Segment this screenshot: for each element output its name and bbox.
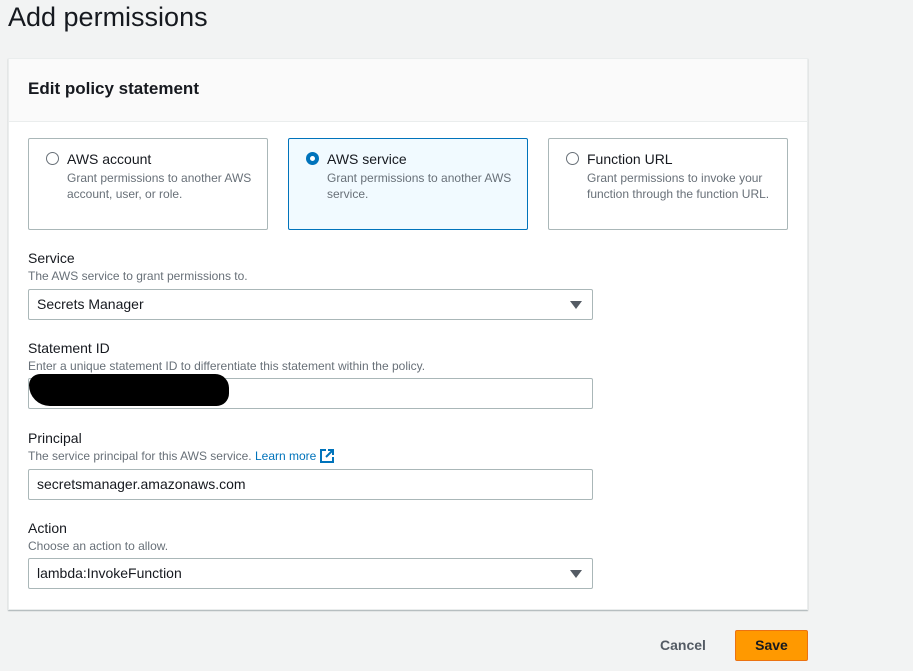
page-title: Add permissions [8, 2, 208, 32]
tile-title: Function URL [587, 151, 673, 167]
tile-description: Grant permissions to another AWS account… [67, 171, 252, 201]
tile-title: AWS service [327, 151, 407, 167]
learn-more-text: Learn more [254, 449, 317, 463]
tile-title: AWS account [67, 151, 152, 167]
statement-id-input[interactable] [28, 374, 593, 409]
tile-function-url[interactable]: Function URL Grant permissions to invoke… [548, 138, 788, 230]
service-value: Secrets Manager [37, 296, 144, 312]
statement-id-description: Enter a unique statement ID to different… [28, 359, 426, 373]
radio-aws-account[interactable] [46, 152, 59, 165]
action-label: Action [28, 520, 67, 536]
service-select[interactable]: Secrets Manager [28, 289, 593, 320]
redaction-mark [29, 374, 229, 406]
tile-aws-account[interactable]: AWS account Grant permissions to another… [28, 138, 268, 230]
radio-function-url[interactable] [566, 152, 579, 165]
service-description: The AWS service to grant permissions to. [28, 269, 248, 283]
principal-value: secretsmanager.amazonaws.com [37, 476, 246, 492]
cancel-button[interactable]: Cancel [650, 630, 716, 661]
save-button[interactable]: Save [735, 630, 808, 661]
tile-description: Grant permissions to invoke your functio… [587, 171, 770, 201]
tile-description: Grant permissions to another AWS service… [327, 171, 512, 201]
principal-label: Principal [28, 430, 82, 446]
action-value: lambda:InvokeFunction [37, 565, 182, 581]
principal-input[interactable]: secretsmanager.amazonaws.com [28, 469, 593, 500]
tile-aws-service[interactable]: AWS service Grant permissions to another… [288, 138, 528, 230]
caret-down-icon [570, 570, 582, 578]
action-description: Choose an action to allow. [28, 539, 169, 553]
card-header: Edit policy statement [9, 59, 807, 122]
principal-description-text: The service principal for this AWS servi… [28, 449, 252, 463]
caret-down-icon [570, 301, 582, 309]
learn-more-link[interactable]: Learn more [255, 449, 334, 463]
radio-aws-service[interactable] [306, 152, 319, 165]
principal-description: The service principal for this AWS servi… [28, 449, 334, 463]
card-title: Edit policy statement [28, 79, 199, 98]
action-select[interactable]: lambda:InvokeFunction [28, 558, 593, 589]
service-label: Service [28, 250, 75, 266]
external-link-icon [319, 449, 334, 463]
statement-id-label: Statement ID [28, 340, 110, 356]
policy-statement-card: Edit policy statement AWS account Grant … [8, 58, 808, 610]
